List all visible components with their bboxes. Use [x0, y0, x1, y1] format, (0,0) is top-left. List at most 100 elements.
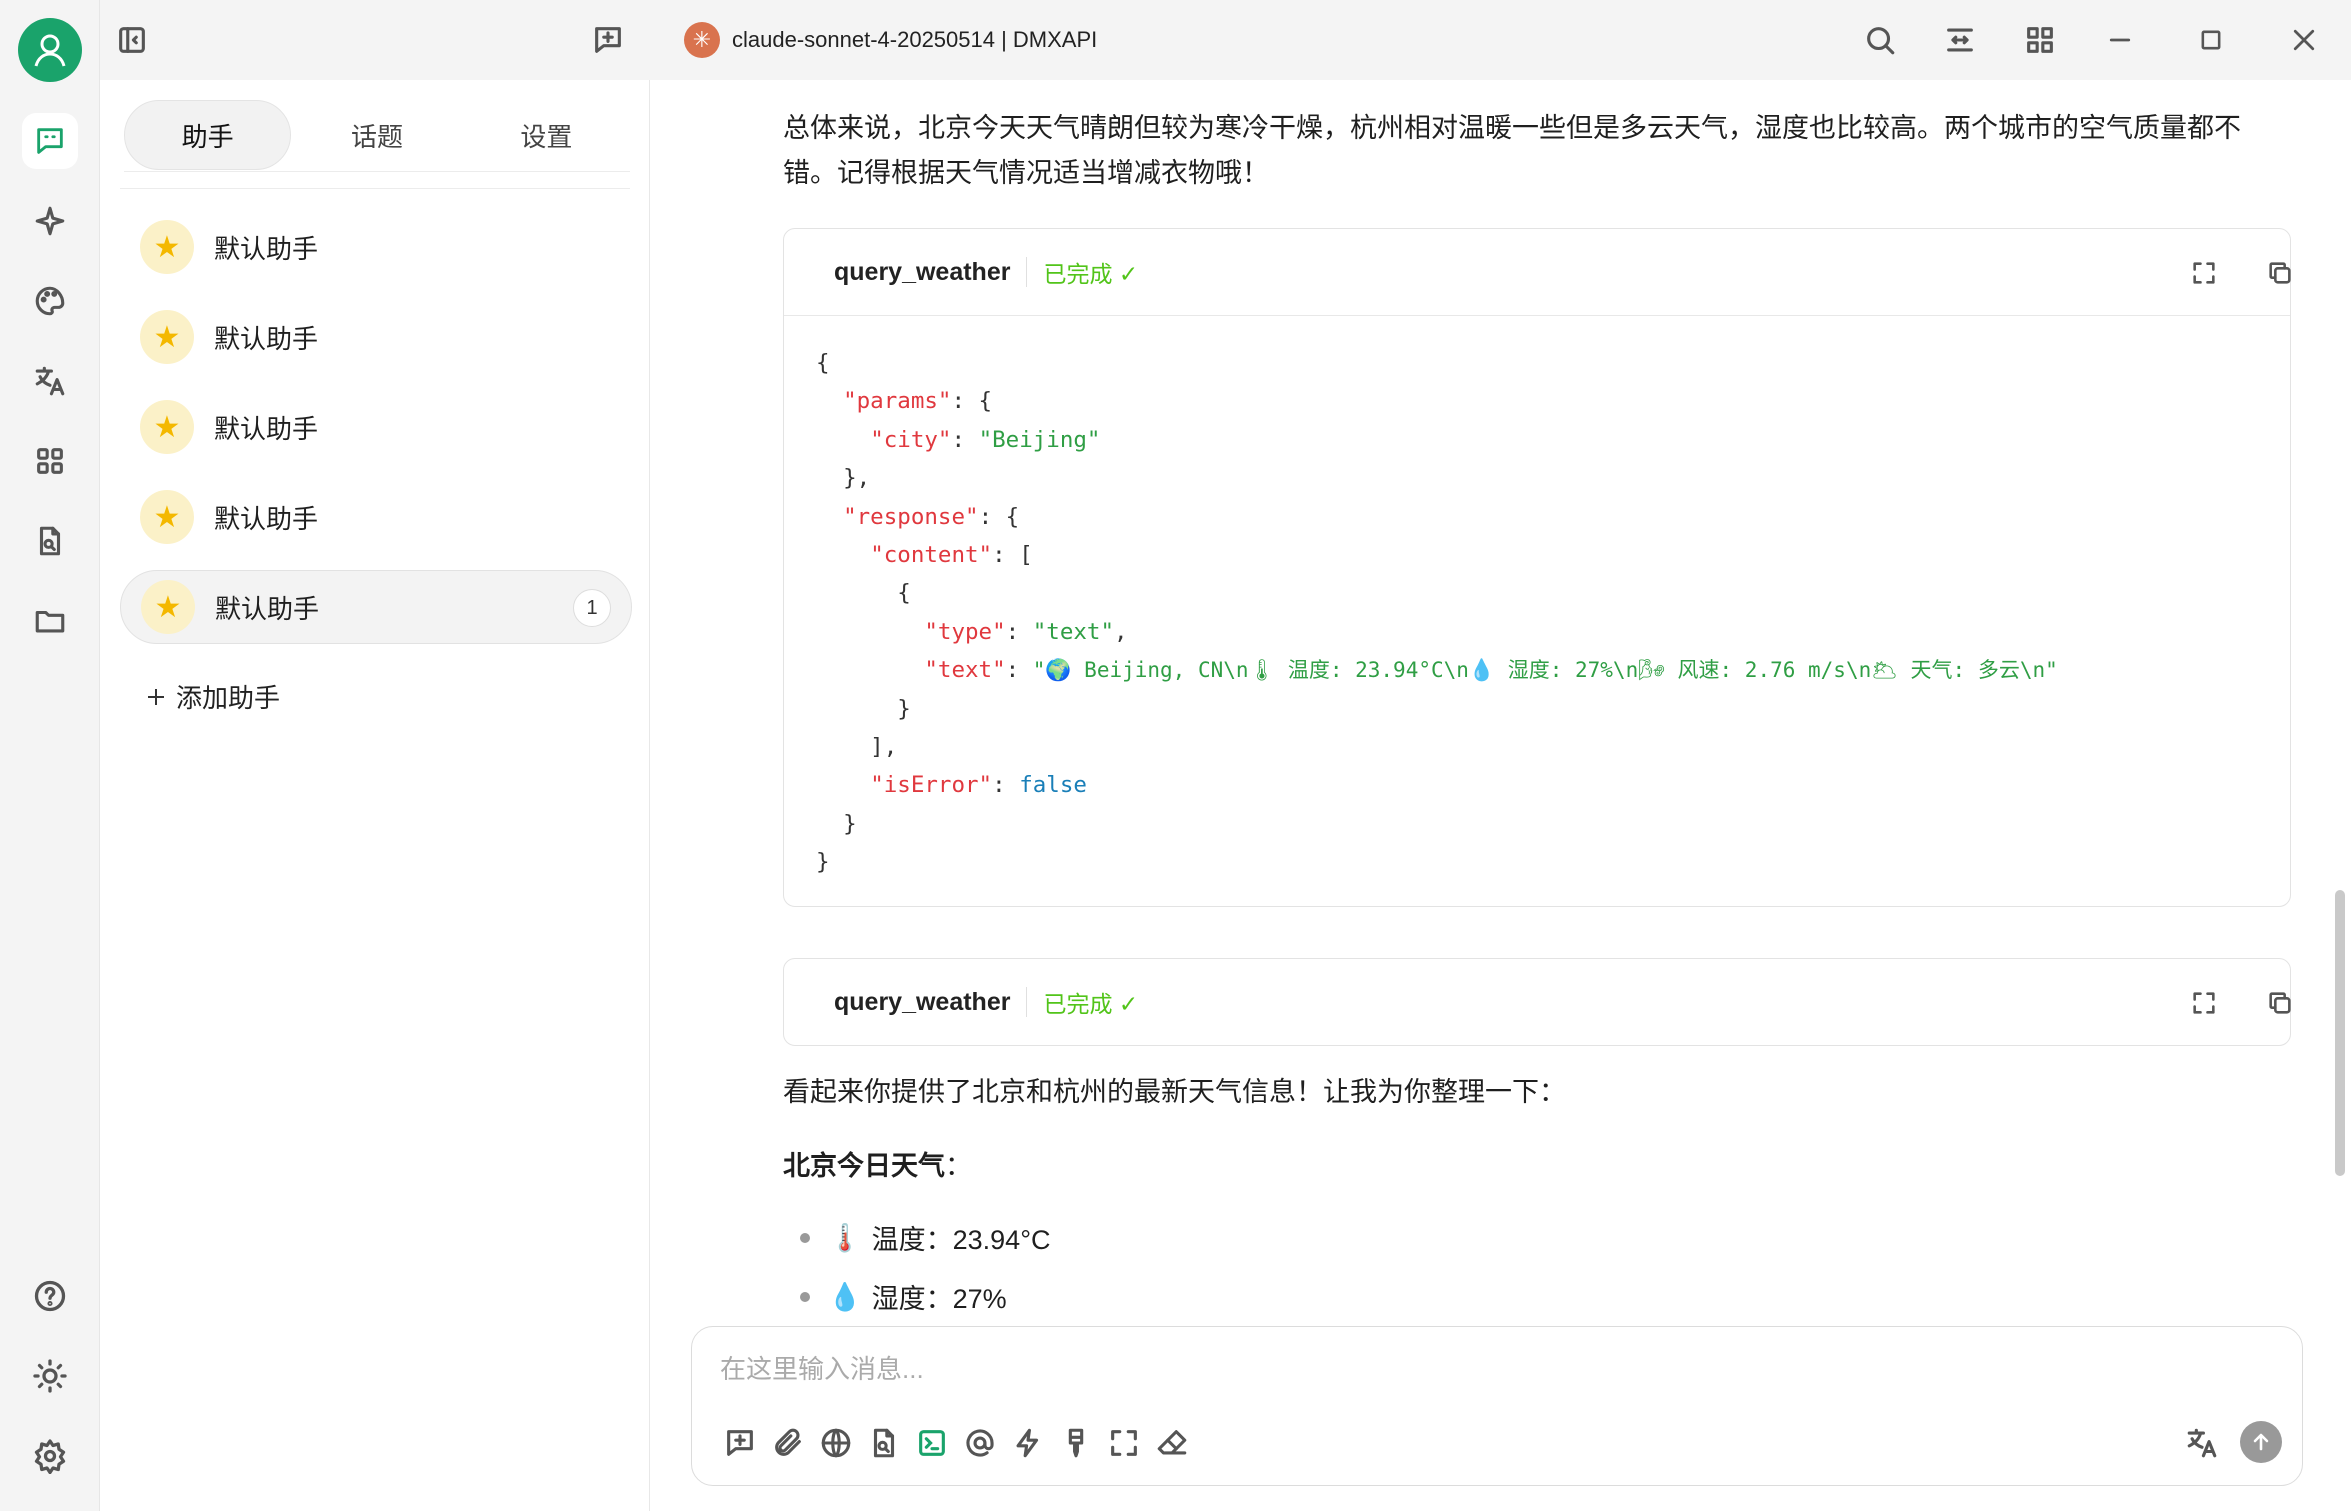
narrow-mode-button[interactable]	[1936, 16, 1984, 64]
expand-button[interactable]	[2184, 983, 2224, 1023]
folder-nav-button[interactable]	[22, 593, 78, 649]
beijing-heading: 北京今日天气：	[783, 1144, 2293, 1189]
translate-nav-button[interactable]	[22, 353, 78, 409]
sidebar-titlebar	[100, 0, 650, 80]
assistant-label: 默认助手	[215, 593, 320, 624]
topic-count-badge: 1	[573, 589, 611, 627]
theme-toggle-button[interactable]	[22, 1348, 78, 1404]
chat-scrollbar[interactable]	[2335, 890, 2345, 1176]
assistant-item[interactable]: ★ 默认助手	[120, 480, 632, 554]
arrow-up-icon	[2253, 1433, 2269, 1451]
close-button[interactable]	[2280, 16, 2328, 64]
paint-nav-button[interactable]	[22, 273, 78, 329]
list-item-text: 湿度：27%	[871, 1284, 1007, 1314]
star-icon: ★	[140, 220, 194, 274]
copy-icon	[2269, 992, 2291, 1014]
toggle-sidebar-button[interactable]	[108, 16, 156, 64]
assistant-item[interactable]: ★ 默认助手	[120, 210, 632, 284]
message-input-box	[691, 1326, 2303, 1486]
search-button[interactable]	[1856, 16, 1904, 64]
chat-area: 总体来说，北京今天天气晴朗但较为寒冷干燥，杭州相对温暖一些但是多云天气，湿度也比…	[650, 80, 2351, 1511]
droplet-icon: 💧	[828, 1281, 862, 1312]
copy-button[interactable]	[2260, 983, 2300, 1023]
new-topic-button[interactable]	[584, 16, 632, 64]
clear-style-button[interactable]	[1052, 1419, 1100, 1467]
quick-phrase-button[interactable]	[1004, 1419, 1052, 1467]
star-icon: ★	[140, 490, 194, 544]
code-city-value: "Beijing"	[978, 426, 1101, 453]
paperclip-icon	[775, 1428, 801, 1456]
gear-icon	[34, 1439, 66, 1474]
code-type-value: "text"	[1032, 618, 1115, 645]
copy-button[interactable]	[2260, 253, 2300, 293]
mcp-tools-button[interactable]	[908, 1419, 956, 1467]
reply-intro-text: 看起来你提供了北京和杭州的最新天气信息！让我为你整理一下：	[783, 1077, 1566, 1107]
mention-model-button[interactable]	[956, 1419, 1004, 1467]
add-assistant-label: 添加助手	[176, 683, 281, 713]
tab-topics[interactable]: 话题	[293, 100, 460, 170]
message-input[interactable]	[720, 1349, 2220, 1389]
tab-settings[interactable]: 设置	[463, 100, 630, 170]
brush-icon	[1068, 1428, 1084, 1458]
help-button[interactable]	[22, 1268, 78, 1324]
grid-icon	[2027, 27, 2053, 53]
maximize-icon	[2201, 30, 2221, 50]
web-search-button[interactable]	[812, 1419, 860, 1467]
new-topic-input-button[interactable]	[716, 1419, 764, 1467]
globe-icon	[821, 1428, 851, 1458]
attach-button[interactable]	[764, 1419, 812, 1467]
assistant-item-selected[interactable]: ★ 默认助手 1	[120, 570, 632, 644]
divider	[1026, 257, 1028, 287]
help-icon	[34, 1280, 66, 1312]
sparkle-icon	[35, 206, 65, 236]
agents-nav-button[interactable]	[22, 193, 78, 249]
bullet-dot	[800, 1291, 810, 1302]
tool-call-card: query_weather 已完成 ✓ { "params": { "city"…	[783, 228, 2291, 907]
star-icon: ★	[140, 400, 194, 454]
assistant-summary-text: 总体来说，北京今天天气晴朗但较为寒冷干燥，杭州相对温暖一些但是多云天气，湿度也比…	[783, 113, 2241, 188]
sidebar-tabs: 助手 话题 设置	[124, 100, 630, 172]
expand-button[interactable]	[2184, 253, 2224, 293]
chat-nav-button[interactable]	[22, 113, 78, 169]
knowledge-base-button[interactable]	[860, 1419, 908, 1467]
new-chat-icon	[727, 1430, 753, 1456]
assistant-label: 默认助手	[214, 233, 319, 264]
sidebar-collapse-icon	[119, 27, 145, 53]
apps-nav-button[interactable]	[22, 433, 78, 489]
settings-button[interactable]	[22, 1428, 78, 1484]
terminal-icon	[919, 1430, 945, 1456]
window-title-text: claude-sonnet-4-20250514 | DMXAPI	[732, 27, 1098, 52]
minimize-icon	[2109, 38, 2131, 42]
thermometer-icon: 🌡️	[828, 1222, 862, 1253]
tab-assistants[interactable]: 助手	[124, 100, 292, 170]
files-nav-button[interactable]	[22, 513, 78, 569]
send-button[interactable]	[2240, 1421, 2282, 1463]
grid-icon	[37, 448, 63, 474]
bullet-dot	[800, 1232, 810, 1243]
left-rail	[0, 0, 100, 1511]
translate-icon	[35, 366, 65, 396]
clear-context-button[interactable]	[1148, 1419, 1196, 1467]
add-assistant-button[interactable]: 添加助手	[144, 678, 280, 715]
expand-icon	[2193, 992, 2215, 1014]
translate-input-button[interactable]	[2178, 1419, 2226, 1467]
maximize-button[interactable]	[2187, 16, 2235, 64]
tool-call-header[interactable]: query_weather 已完成 ✓	[784, 959, 2291, 1045]
tool-result-code: { "params": { "city": "Beijing" }, "resp…	[784, 315, 2290, 882]
new-chat-icon	[595, 27, 621, 53]
file-search-icon	[39, 526, 61, 556]
layout-button[interactable]	[2016, 16, 2064, 64]
divider	[1026, 987, 1028, 1017]
code-is-error-value: false	[1019, 772, 1087, 799]
expand-input-button[interactable]	[1100, 1419, 1148, 1467]
lightning-icon	[1016, 1428, 1039, 1458]
minimize-button[interactable]	[2096, 16, 2144, 64]
user-avatar[interactable]	[18, 18, 82, 82]
assistant-item[interactable]: ★ 默认助手	[120, 390, 632, 464]
user-icon	[34, 34, 66, 67]
chat-icon	[37, 128, 63, 154]
palette-icon	[35, 286, 65, 316]
assistant-item[interactable]: ★ 默认助手	[120, 300, 632, 374]
list-item-text: 温度：23.94°C	[871, 1225, 1051, 1255]
tool-call-header[interactable]: query_weather 已完成 ✓	[784, 229, 2291, 315]
